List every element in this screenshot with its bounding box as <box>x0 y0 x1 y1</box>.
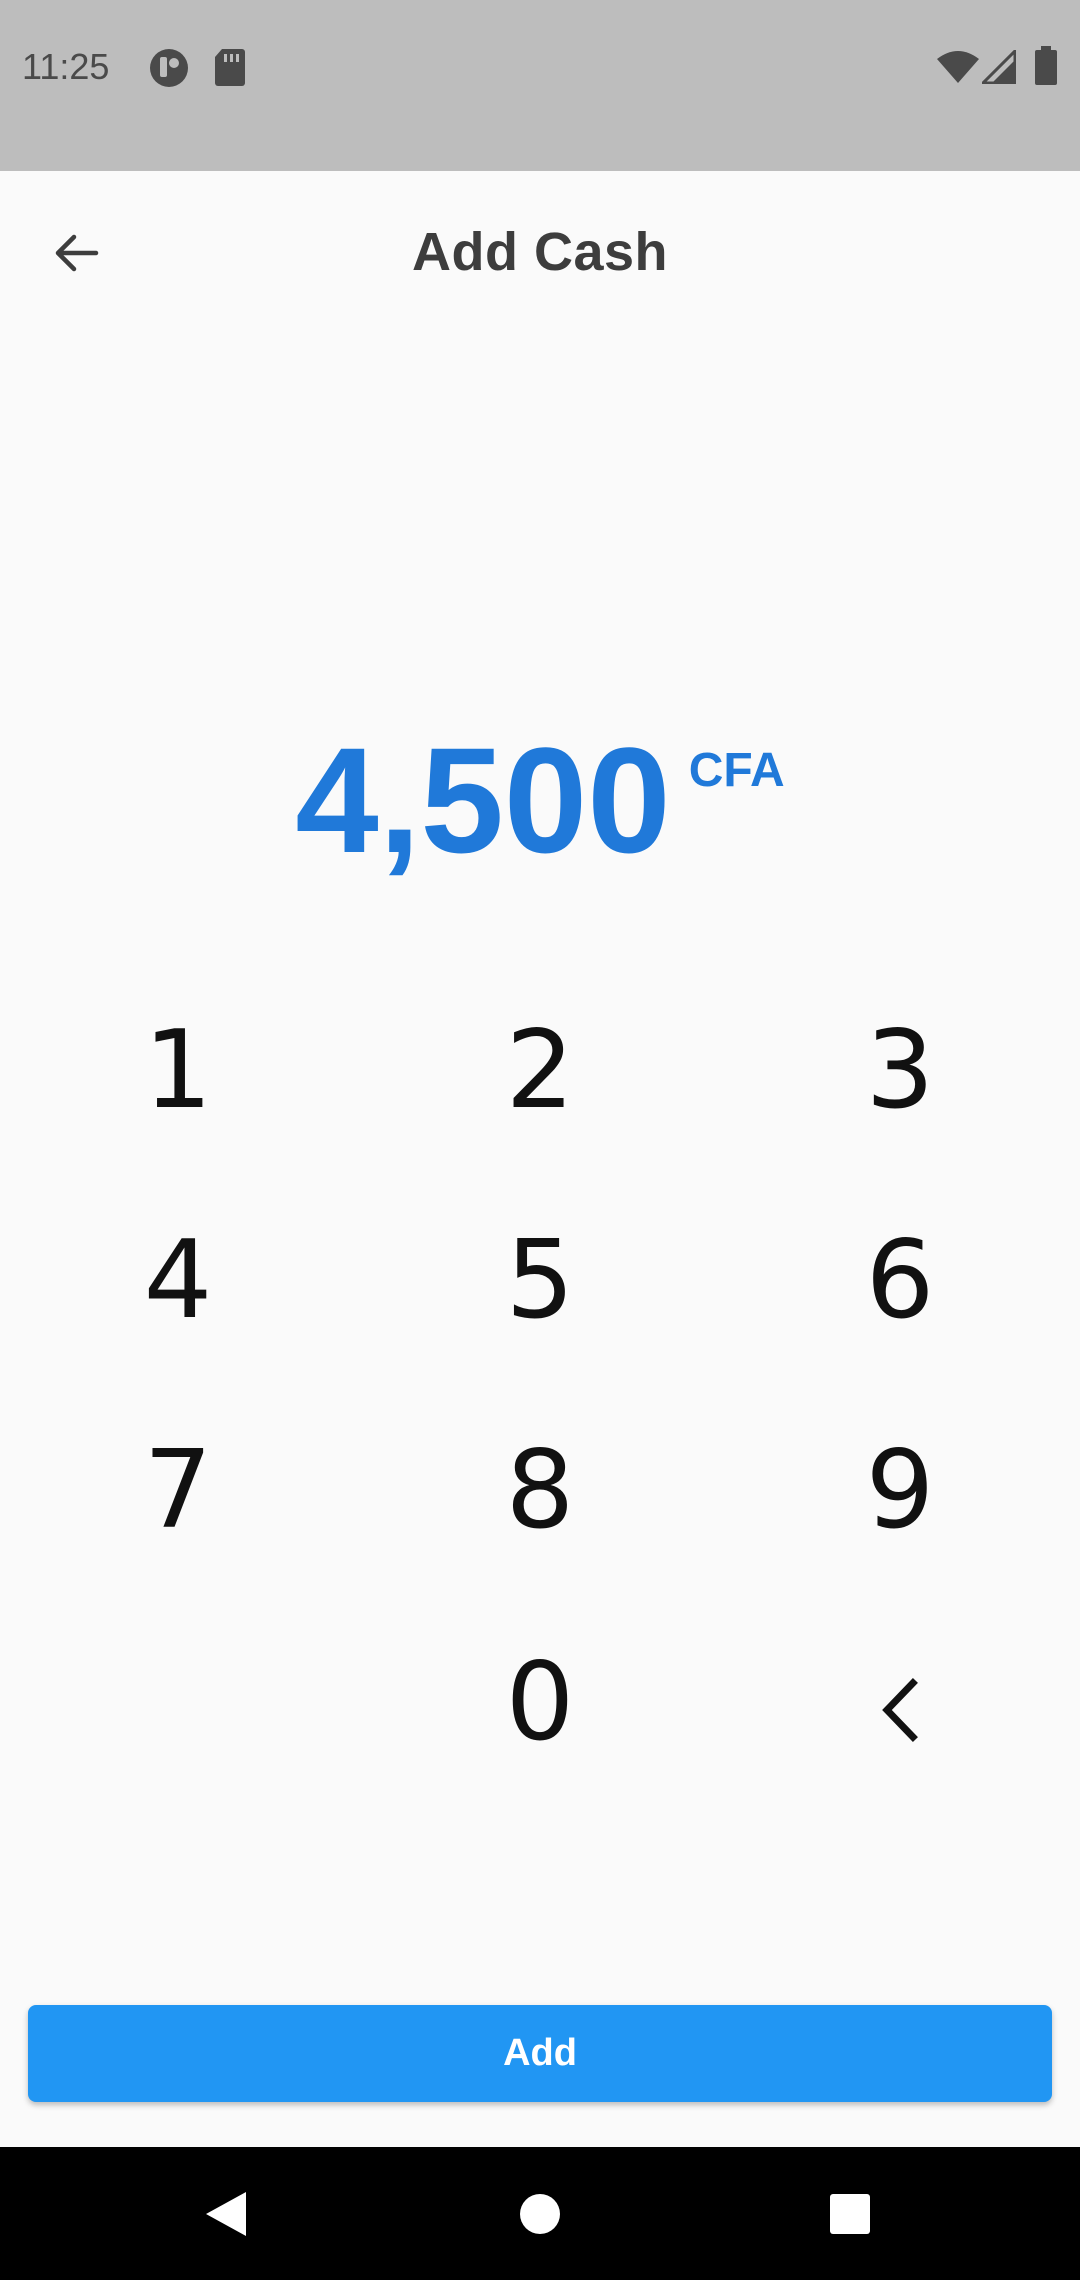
sd-card-icon <box>214 47 246 92</box>
key-8[interactable]: 8 <box>440 1400 640 1580</box>
media-icon <box>148 47 190 94</box>
status-bar: 11:25 <box>0 0 1080 171</box>
key-1[interactable]: 1 <box>78 980 278 1160</box>
back-triangle-icon <box>206 2191 246 2236</box>
key-9[interactable]: 9 <box>800 1400 1000 1580</box>
battery-icon <box>1034 46 1058 91</box>
chevron-left-icon <box>882 1678 918 1742</box>
home-circle-icon <box>520 2193 560 2234</box>
key-6[interactable]: 6 <box>800 1190 1000 1370</box>
recents-square-icon <box>830 2193 870 2234</box>
key-7[interactable]: 7 <box>78 1400 278 1580</box>
key-5[interactable]: 5 <box>440 1190 640 1370</box>
page-title: Add Cash <box>411 222 669 282</box>
wifi-icon <box>936 50 980 89</box>
key-0[interactable]: 0 <box>440 1612 640 1792</box>
key-3[interactable]: 3 <box>800 980 1000 1160</box>
key-2[interactable]: 2 <box>440 980 640 1160</box>
nav-back-button[interactable] <box>146 2147 306 2280</box>
system-nav-bar <box>0 2147 1080 2280</box>
status-time: 11:25 <box>22 46 110 87</box>
nav-recents-button[interactable] <box>770 2147 930 2280</box>
nav-home-button[interactable] <box>460 2147 620 2280</box>
amount-currency: CFA <box>688 744 785 797</box>
signal-icon <box>979 47 1017 89</box>
amount-value: 4,500 <box>295 716 671 884</box>
app-bar: Add Cash <box>0 171 1080 331</box>
add-button[interactable]: Add <box>28 2005 1052 2102</box>
amount-display: 4,500 CFA <box>0 715 1080 885</box>
backspace-key[interactable] <box>800 1620 1000 1800</box>
key-4[interactable]: 4 <box>78 1190 278 1370</box>
